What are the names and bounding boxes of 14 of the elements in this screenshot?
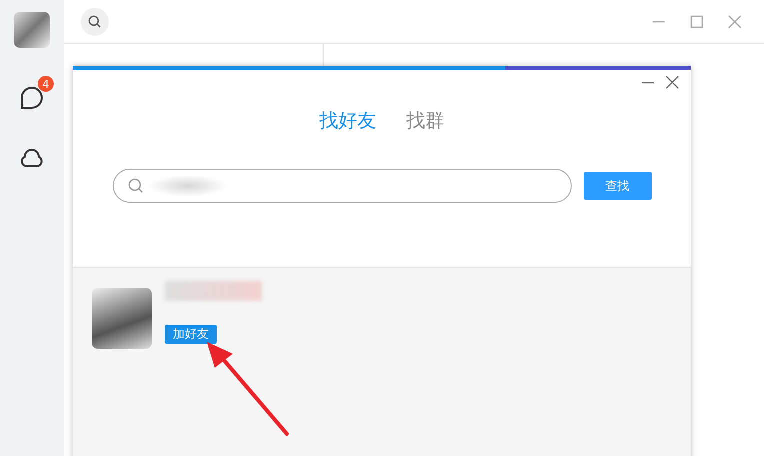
photo-placeholder [92,288,152,349]
search-field[interactable] [112,169,572,203]
search-icon [88,14,102,28]
chat-bubble-icon[interactable] [20,86,44,110]
dialog-tab[interactable]: 找群 [406,108,444,134]
avatar-image[interactable] [14,12,50,48]
find-button[interactable]: 查找 [584,172,652,200]
dialog-tab[interactable]: 找好友 [320,108,376,134]
unread-badge: 4 [38,76,54,92]
close-icon[interactable] [666,76,679,89]
search-icon [128,178,144,194]
add-friend-button[interactable]: 加好友 [165,325,217,344]
search-button[interactable] [81,8,109,36]
cloud-icon[interactable] [19,148,45,168]
